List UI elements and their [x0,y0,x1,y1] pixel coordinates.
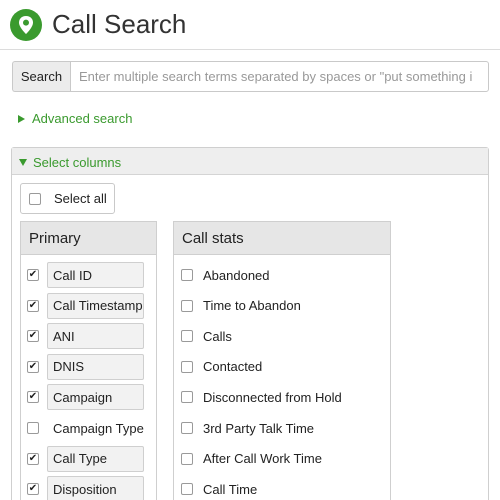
column-label: Calls [203,328,232,344]
call-stats-header: Call stats [174,222,390,255]
primary-item-campaign[interactable]: ✔ Campaign [27,384,144,411]
checkbox[interactable]: ✔ [27,483,39,496]
select-columns-label: Select columns [33,155,122,170]
checkbox[interactable] [27,422,39,434]
call-stats-item-3rd-party-talk-time[interactable]: 3rd Party Talk Time [181,418,314,438]
primary-item-disposition[interactable]: ✔ Disposition [27,476,144,500]
checkbox[interactable] [181,360,193,373]
checkbox[interactable] [181,330,193,343]
column-chip[interactable]: Call Type [47,445,144,472]
primary-item-call-timestamp[interactable]: ✔ Call Timestamp [27,292,144,319]
checkbox[interactable] [181,269,193,281]
checkbox[interactable]: ✔ [27,330,39,343]
advanced-search-toggle[interactable]: Advanced search [18,111,132,126]
select-columns-panel: Select columns Select all Primary ✔ Call … [11,147,489,500]
primary-column-group: Primary ✔ Call ID ✔ Call Timestamp ✔ ANI ✔ DNIS… [20,221,157,500]
column-label: Contacted [203,359,263,375]
checkbox[interactable] [181,483,193,496]
primary-item-ani[interactable]: ✔ ANI [27,323,144,350]
call-stats-item-abandoned[interactable]: Abandoned [181,265,270,285]
call-stats-item-call-time[interactable]: Call Time [181,479,257,499]
map-pin-logo-icon [10,9,42,41]
select-all-button[interactable]: Select all [20,183,115,214]
search-bar: Search Enter multiple search terms separ… [12,61,489,92]
call-stats-item-contacted[interactable]: Contacted [181,357,262,377]
primary-item-call-id[interactable]: ✔ Call ID [27,262,144,288]
primary-header: Primary [21,222,156,255]
triangle-down-icon [19,159,27,166]
checkbox[interactable] [181,391,193,404]
column-label: Time to Abandon [203,298,301,314]
checkbox[interactable]: ✔ [27,391,39,404]
checkbox[interactable]: ✔ [27,360,39,373]
search-button[interactable]: Search [12,61,70,92]
advanced-search-label: Advanced search [32,111,133,126]
column-label: 3rd Party Talk Time [203,420,315,436]
select-all-label: Select all [54,191,107,206]
column-chip[interactable]: DNIS [47,353,144,380]
checkbox[interactable] [181,452,193,465]
primary-item-call-type[interactable]: ✔ Call Type [27,445,144,472]
primary-item-campaign-type[interactable]: Campaign Type [27,415,145,441]
triangle-right-icon [18,114,25,123]
column-chip[interactable]: ANI [47,323,144,350]
column-label: Call Time [203,481,258,497]
column-chip[interactable]: Disposition [47,476,144,500]
checkbox[interactable] [181,299,193,312]
column-label: Disconnected from Hold [203,389,342,405]
column-chip[interactable]: Campaign [47,384,144,411]
column-chip[interactable]: Call ID [47,262,144,288]
call-stats-item-calls[interactable]: Calls [181,326,232,346]
call-stats-item-time-to-abandon[interactable]: Time to Abandon [181,296,301,316]
select-columns-header[interactable]: Select columns [12,148,488,175]
column-chip[interactable]: Campaign Type [47,415,145,441]
call-stats-column-group: Call stats Abandoned Time to Abandon Calls… [173,221,391,500]
checkbox[interactable]: ✔ [27,269,39,281]
page-header: Call Search [0,0,500,50]
checkbox[interactable]: ✔ [27,299,39,312]
checkbox[interactable]: ✔ [27,452,39,465]
page-title: Call Search [52,9,187,39]
call-stats-item-disconnected-from-hold[interactable]: Disconnected from Hold [181,387,342,407]
column-label: After Call Work Time [203,451,322,467]
primary-item-dnis[interactable]: ✔ DNIS [27,353,144,380]
search-input[interactable]: Enter multiple search terms separated by… [70,61,489,92]
column-chip[interactable]: Call Timestamp [47,292,144,319]
select-all-checkbox[interactable] [29,192,41,205]
checkbox[interactable] [181,422,193,434]
call-stats-item-after-call-work-time[interactable]: After Call Work Time [181,449,322,469]
column-label: Abandoned [203,267,270,283]
